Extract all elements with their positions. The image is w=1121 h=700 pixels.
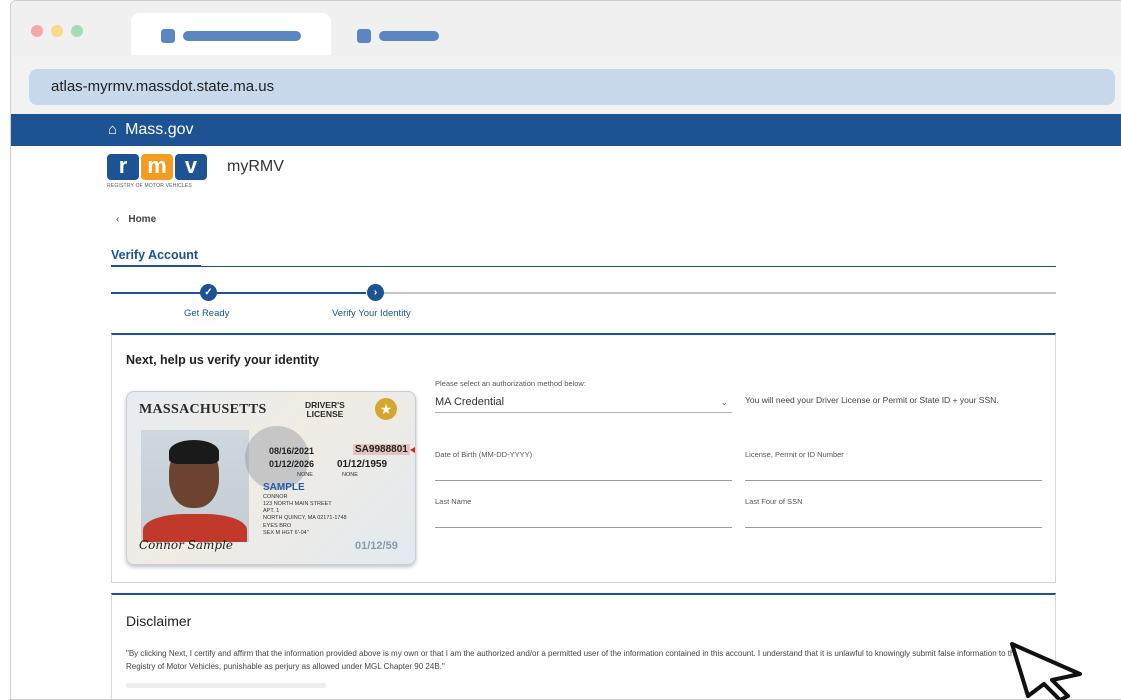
step-label-verify-identity: Verify Your Identity [332,308,411,319]
tab-bar [11,1,1121,55]
tab-title-placeholder [183,31,301,41]
star-icon: ★ [375,398,397,420]
home-icon[interactable]: ⌂ [108,121,117,138]
license-signature: Connor Sample [139,538,234,552]
tab-active[interactable] [131,13,331,55]
progress-stepper: ✓ Get Ready › Verify Your Identity [111,284,1056,324]
sample-license-image: MASSACHUSETTS DRIVER'S LICENSE ★ 08/16/2… [126,391,416,565]
ssn-label: Last Four of SSN [745,497,803,506]
license-sample-watermark: SAMPLE [263,482,305,493]
page-title: Verify Account [111,248,199,262]
address-bar[interactable]: atlas-myrmv.massdot.state.ma.us [29,69,1115,105]
disclaimer-faded-line [126,683,326,688]
chevron-down-icon: ⌄ [720,397,728,407]
license-endorsements: NONE [342,472,358,478]
auth-info-text: You will need your Driver License or Per… [745,395,999,405]
auth-method-value: MA Credential [435,396,505,408]
license-number-label: License, Permit or ID Number [745,450,844,459]
back-home-link[interactable]: ‹ Home [116,214,156,225]
arrow-left-icon [410,444,415,456]
chevron-left-icon: ‹ [116,214,120,225]
license-photo [141,430,249,542]
mouse-pointer-icon [1010,642,1082,700]
license-address1: 123 NORTH MAIN STREET [263,501,332,507]
auth-method-label: Please select an authorization method be… [435,379,586,388]
disclaimer-text: "By clicking Next, I certify and affirm … [126,649,1019,671]
logo-letter-v: v [175,154,207,180]
minimize-window-button[interactable] [51,25,63,37]
heading-divider [111,266,1056,267]
mass-gov-banner: ⌂ Mass.gov [11,114,1121,146]
close-window-button[interactable] [31,25,43,37]
card-title: Next, help us verify your identity [126,353,320,367]
auth-method-select[interactable]: MA Credential ⌄ [435,391,732,413]
tab-favicon-icon [161,29,175,43]
license-address2: APT. 1 [263,508,280,514]
license-number: SA9988801 [353,444,410,455]
dob-field[interactable]: Date of Birth (MM-DD-YYYY) [435,443,732,481]
tab-inactive[interactable] [379,31,439,41]
disclaimer-card: Disclaimer "By clicking Next, I certify … [111,593,1056,699]
tab-inactive-favicon-icon [357,29,371,43]
logo-subtitle: REGISTRY OF MOTOR VEHICLES [107,183,192,189]
check-icon: ✓ [200,284,217,301]
back-label: Home [128,214,157,225]
stepper-line-complete [111,292,366,294]
state-seal-watermark [245,426,309,490]
web-page: ⌂ Mass.gov rmv REGISTRY OF MOTOR VEHICLES… [11,114,1121,699]
license-expiry-date: 01/12/2026 [269,459,315,469]
license-address3: NORTH QUINCY, MA 02171-1748 [263,515,347,521]
license-type: DRIVER'S LICENSE [305,401,345,419]
license-last-name: CONNOR [263,494,288,500]
license-dob: 01/12/1959 [337,459,388,470]
disclaimer-title: Disclaimer [126,613,192,629]
license-dob-short: 01/12/59 [355,540,398,552]
license-class: NONE [297,472,313,478]
rmv-logo[interactable]: rmv REGISTRY OF MOTOR VEHICLES [107,154,213,189]
photo-hair [169,440,219,464]
logo-letter-r: r [107,154,139,180]
last-name-label: Last Name [435,497,472,506]
heading-underline [111,265,201,267]
chevron-right-icon: › [367,284,384,301]
last-name-field[interactable]: Last Name [435,490,732,528]
brand-header: rmv REGISTRY OF MOTOR VEHICLES myRMV [107,154,284,194]
verify-identity-card: Next, help us verify your identity MASSA… [111,333,1056,583]
maximize-window-button[interactable] [71,25,83,37]
step-label-get-ready: Get Ready [184,308,230,319]
app-name: myRMV [227,158,284,175]
stepper-line-remaining [375,292,1056,294]
logo-letter-m: m [141,154,173,180]
license-state: MASSACHUSETTS [139,402,267,417]
browser-window: atlas-myrmv.massdot.state.ma.us ⌂ Mass.go… [10,0,1121,700]
license-number-field[interactable]: License, Permit or ID Number [745,443,1042,481]
dob-label: Date of Birth (MM-DD-YYYY) [435,450,533,459]
site-name[interactable]: Mass.gov [125,121,193,138]
license-issue-date: 08/16/2021 [269,446,315,456]
license-eyes: EYES BRO [263,523,292,529]
ssn-field[interactable]: Last Four of SSN [745,490,1042,528]
license-type-line2: LICENSE [306,409,344,419]
license-sex-height: SEX M HGT 6'-04" [263,530,309,536]
